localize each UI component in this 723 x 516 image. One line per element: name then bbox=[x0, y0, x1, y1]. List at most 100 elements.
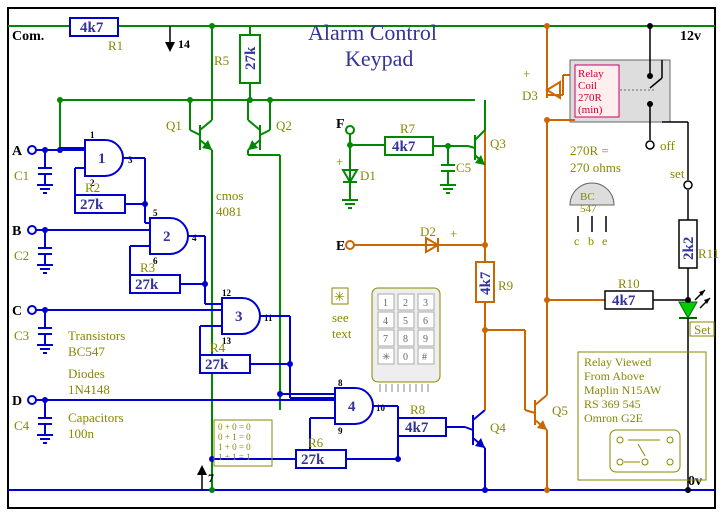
svg-text:4: 4 bbox=[348, 399, 356, 415]
svg-text:4k7: 4k7 bbox=[612, 293, 636, 309]
svg-text:4: 4 bbox=[192, 233, 197, 243]
svg-text:text: text bbox=[332, 326, 352, 341]
svg-text:2: 2 bbox=[163, 229, 171, 245]
r5v: 27k bbox=[243, 46, 259, 70]
label-12v: 12v bbox=[680, 29, 701, 44]
svg-text:4081: 4081 bbox=[216, 204, 242, 219]
q1: Q1 bbox=[166, 118, 182, 133]
relaynote2: 270 ohms bbox=[570, 160, 621, 175]
title1: Alarm Control bbox=[308, 20, 437, 45]
svg-text:8: 8 bbox=[403, 334, 408, 345]
relaynote1: 270R = bbox=[570, 143, 609, 158]
svg-text:R2: R2 bbox=[85, 180, 100, 195]
svg-text:3: 3 bbox=[423, 298, 428, 309]
svg-text:R6: R6 bbox=[308, 435, 324, 450]
svg-text:R7: R7 bbox=[400, 121, 416, 136]
svg-text:1: 1 bbox=[90, 130, 95, 140]
svg-text:27k: 27k bbox=[80, 197, 104, 213]
svg-text:BC: BC bbox=[580, 191, 595, 203]
svg-text:5: 5 bbox=[403, 316, 408, 327]
svg-text:Q5: Q5 bbox=[552, 403, 568, 418]
svg-text:270R: 270R bbox=[578, 92, 603, 104]
svg-text:1 + 0 = 0: 1 + 0 = 0 bbox=[218, 442, 251, 452]
svg-text:E: E bbox=[336, 239, 345, 254]
schematic: 12v 0v Alarm Control Keypad Com. 4k7 R1 … bbox=[0, 0, 723, 516]
svg-text:Relay: Relay bbox=[578, 68, 604, 80]
svg-text:C3: C3 bbox=[14, 328, 29, 343]
svg-text:27k: 27k bbox=[205, 357, 229, 373]
svg-text:+: + bbox=[450, 226, 457, 241]
svg-text:#: # bbox=[422, 352, 427, 363]
svg-text:e: e bbox=[602, 234, 607, 248]
svg-text:c: c bbox=[574, 234, 579, 248]
ledl: Set bbox=[694, 322, 711, 337]
title2: Keypad bbox=[345, 46, 413, 71]
r1v: 4k7 bbox=[80, 20, 104, 36]
pinD: D bbox=[12, 394, 22, 409]
svg-text:Coil: Coil bbox=[578, 80, 597, 92]
svg-text:R4: R4 bbox=[210, 340, 226, 355]
svg-text:4k7: 4k7 bbox=[405, 420, 429, 436]
svg-text:Q3: Q3 bbox=[490, 136, 506, 151]
svg-text:4k7: 4k7 bbox=[392, 139, 416, 155]
svg-text:✳: ✳ bbox=[382, 352, 390, 363]
svg-text:R11: R11 bbox=[698, 246, 719, 261]
svg-text:7: 7 bbox=[383, 334, 388, 345]
svg-text:4k7: 4k7 bbox=[478, 271, 494, 295]
svg-text:Diodes: Diodes bbox=[68, 366, 105, 381]
svg-text:From Above: From Above bbox=[584, 369, 644, 383]
svg-text:Relay Viewed: Relay Viewed bbox=[584, 355, 651, 369]
pin14: 14 bbox=[178, 37, 190, 51]
svg-text:Maplin N15AW: Maplin N15AW bbox=[584, 383, 662, 397]
svg-text:b: b bbox=[588, 234, 594, 248]
svg-text:6: 6 bbox=[423, 316, 428, 327]
svg-text:1N4148: 1N4148 bbox=[68, 382, 110, 397]
pinA: A bbox=[12, 144, 23, 159]
svg-text:12: 12 bbox=[222, 288, 232, 298]
svg-text:Transistors: Transistors bbox=[68, 328, 125, 343]
svg-text:27k: 27k bbox=[301, 452, 325, 468]
svg-text:547: 547 bbox=[580, 203, 597, 215]
svg-text:set: set bbox=[670, 166, 685, 181]
svg-text:see: see bbox=[332, 310, 349, 325]
svg-text:9: 9 bbox=[423, 334, 428, 345]
svg-text:Capacitors: Capacitors bbox=[68, 410, 124, 425]
svg-text:3: 3 bbox=[128, 155, 133, 165]
svg-text:RS 369 545: RS 369 545 bbox=[584, 397, 641, 411]
svg-text:R10: R10 bbox=[618, 276, 640, 291]
label-com: Com. bbox=[12, 29, 44, 44]
svg-text:11: 11 bbox=[264, 313, 273, 323]
svg-text:R3: R3 bbox=[140, 260, 155, 275]
svg-text:10: 10 bbox=[376, 403, 386, 413]
svg-text:C2: C2 bbox=[14, 248, 29, 263]
svg-text:1: 1 bbox=[383, 298, 388, 309]
svg-text:2: 2 bbox=[403, 298, 408, 309]
svg-text:D2: D2 bbox=[420, 224, 436, 239]
svg-text:100n: 100n bbox=[68, 426, 95, 441]
svg-text:5: 5 bbox=[153, 208, 158, 218]
c1: C1 bbox=[14, 168, 29, 183]
svg-text:F: F bbox=[336, 117, 345, 132]
svg-text:3: 3 bbox=[235, 309, 243, 325]
q2: Q2 bbox=[276, 118, 292, 133]
svg-text:Q4: Q4 bbox=[490, 420, 506, 435]
svg-text:R9: R9 bbox=[498, 278, 513, 293]
svg-text:4: 4 bbox=[383, 316, 388, 327]
r5l: R5 bbox=[214, 53, 229, 68]
svg-text:0 + 0 = 0: 0 + 0 = 0 bbox=[218, 422, 251, 432]
svg-text:+: + bbox=[336, 154, 343, 169]
svg-text:27k: 27k bbox=[135, 277, 159, 293]
svg-text:Omron G2E: Omron G2E bbox=[584, 411, 643, 425]
label-0v: 0v bbox=[688, 474, 702, 489]
svg-text:C4: C4 bbox=[14, 418, 30, 433]
r1l: R1 bbox=[108, 38, 123, 53]
arrow-pin14 bbox=[165, 42, 175, 52]
svg-text:2k2: 2k2 bbox=[681, 237, 697, 260]
svg-text:R8: R8 bbox=[410, 402, 425, 417]
svg-text:D1: D1 bbox=[360, 168, 376, 183]
svg-text:D3: D3 bbox=[522, 88, 538, 103]
pinC: C bbox=[12, 304, 22, 319]
svg-text:0: 0 bbox=[403, 352, 408, 363]
svg-text:1 + 1 = 1: 1 + 1 = 1 bbox=[218, 452, 251, 462]
svg-text:✳: ✳ bbox=[334, 289, 345, 304]
